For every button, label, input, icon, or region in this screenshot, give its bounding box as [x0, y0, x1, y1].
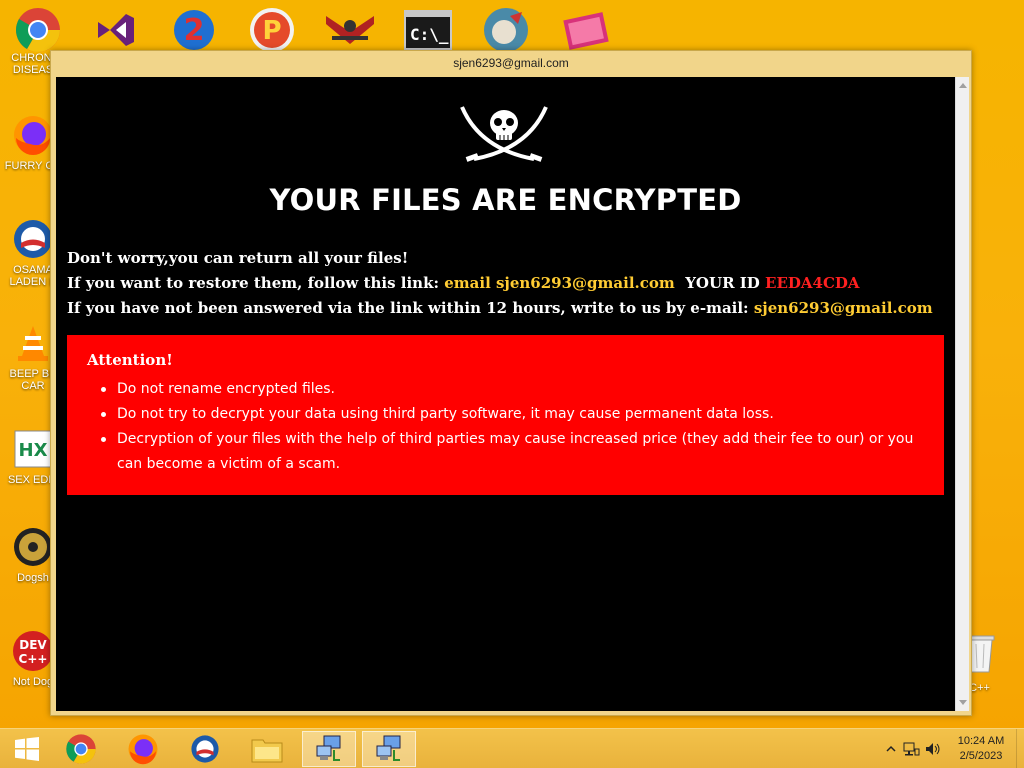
svg-text:C:\_: C:\_ — [410, 25, 449, 44]
scroll-down-arrow-icon[interactable] — [959, 700, 967, 705]
obama-logo-icon — [191, 735, 219, 763]
start-button[interactable] — [0, 731, 54, 767]
visual-studio-icon[interactable] — [88, 6, 140, 54]
attention-item: Do not try to decrypt your data using th… — [101, 402, 939, 427]
disc-icon — [12, 526, 54, 568]
taskbar: 10:24 AM 2/5/2023 — [0, 728, 1024, 768]
svg-text:P: P — [262, 16, 281, 46]
obama-logo-icon — [12, 218, 54, 260]
taskbar-running-app-button[interactable] — [302, 731, 356, 767]
taskbar-firefox-button[interactable] — [116, 731, 170, 767]
firefox-icon — [128, 734, 158, 765]
rocket-game-icon[interactable] — [480, 6, 532, 54]
clock-time: 10:24 AM — [957, 735, 1005, 747]
show-hidden-icons-icon[interactable] — [884, 742, 898, 756]
network-icon[interactable] — [902, 740, 920, 758]
taskbar-running-app-button-active[interactable] — [362, 731, 416, 767]
skull-crossed-swords-icon — [460, 106, 548, 162]
p-app-icon[interactable]: P — [246, 6, 298, 54]
window-title[interactable]: sjen6293@gmail.com — [51, 51, 971, 76]
attention-title: Attention! — [87, 351, 173, 369]
vertical-scrollbar[interactable] — [955, 77, 969, 711]
folder-icon — [251, 739, 283, 763]
ransom-note-content: YOUR FILES ARE ENCRYPTED Don't worry,you… — [56, 77, 955, 711]
svg-text:HX: HX — [19, 440, 48, 461]
vlc-cone-icon — [12, 322, 54, 364]
restore-instructions-line: If you want to restore them, follow this… — [67, 274, 860, 292]
ransom-note-window: sjen6293@gmail.com YOUR FILES ARE ENCRYP… — [50, 50, 972, 716]
attention-box: Attention! Do not rename encrypted files… — [67, 335, 944, 495]
chrome-icon — [12, 6, 54, 48]
hex-editor-icon: HX — [12, 428, 54, 470]
scroll-up-arrow-icon[interactable] — [958, 83, 967, 88]
network-computer-icon — [376, 735, 401, 761]
film-clip-icon[interactable] — [560, 6, 612, 54]
your-id-label: YOUR ID — [685, 274, 760, 292]
email-link[interactable]: email sjen6293@gmail.com — [444, 274, 675, 292]
volume-icon[interactable] — [924, 740, 942, 758]
show-desktop-button[interactable] — [1016, 729, 1024, 768]
command-prompt-icon[interactable]: C:\_ — [402, 6, 454, 54]
restore-instructions-text: If you want to restore them, follow this… — [67, 274, 439, 292]
number-two-app-icon[interactable]: 2 — [168, 6, 220, 54]
taskbar-obama-button[interactable] — [178, 731, 232, 767]
page-title: YOUR FILES ARE ENCRYPTED — [269, 183, 742, 217]
attention-item: Do not rename encrypted files. — [101, 377, 939, 402]
firefox-icon — [12, 114, 54, 156]
reassurance-line: Don't worry,you can return all your file… — [67, 249, 408, 267]
clock-date: 2/5/2023 — [959, 750, 1003, 762]
dev-cpp-icon: DEV C++ — [12, 630, 54, 672]
attention-list: Do not rename encrypted files. Do not tr… — [101, 377, 939, 477]
attention-item: Decryption of your files with the help o… — [101, 427, 939, 477]
taskbar-chrome-button[interactable] — [54, 731, 108, 767]
taskbar-file-explorer-button[interactable] — [240, 731, 294, 767]
windows-logo-icon — [15, 737, 39, 761]
fallback-contact-text: If you have not been answered via the li… — [67, 299, 749, 317]
network-computer-icon — [316, 735, 341, 761]
system-tray: 10:24 AM 2/5/2023 — [884, 729, 1024, 768]
fallback-email-link[interactable]: sjen6293@gmail.com — [754, 299, 933, 317]
svg-text:C++: C++ — [19, 652, 48, 666]
chrome-icon — [66, 734, 96, 764]
svg-text:DEV: DEV — [19, 638, 47, 652]
emblem-app-icon[interactable] — [324, 6, 376, 54]
svg-text:2: 2 — [184, 13, 205, 48]
clock[interactable]: 10:24 AM 2/5/2023 — [946, 734, 1016, 764]
fallback-contact-line: If you have not been answered via the li… — [67, 299, 933, 317]
reassurance-text: Don't worry,you can return all your file… — [67, 249, 409, 267]
victim-id: EEDA4CDA — [765, 274, 860, 292]
